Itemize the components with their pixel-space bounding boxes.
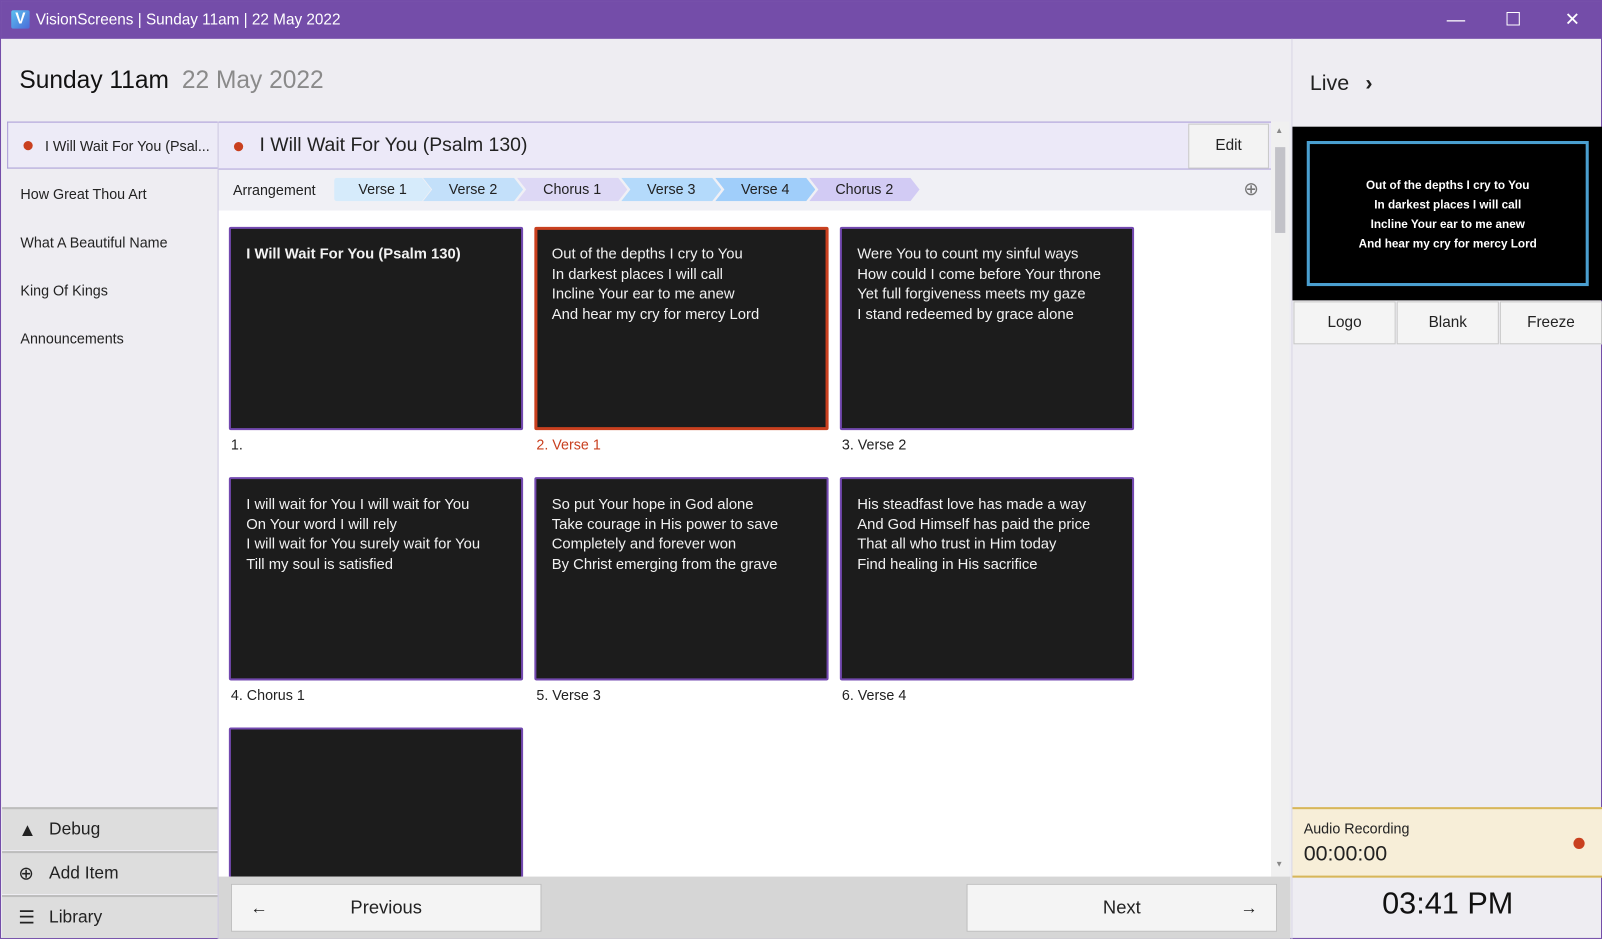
page-title: Sunday 11am — [19, 66, 169, 94]
slide-label: 4. Chorus 1 — [230, 686, 305, 703]
maximize-button[interactable]: ☐ — [1485, 1, 1542, 39]
live-dot-icon — [233, 142, 244, 152]
freeze-button[interactable]: Freeze — [1499, 301, 1602, 345]
app-logo-icon: V — [11, 10, 30, 29]
slide-thumbnail[interactable]: I Will Wait For You (Psalm 130) — [228, 226, 524, 431]
arrangement-bar: Arrangement Verse 1 Verse 2 Chorus 1 Verse … — [218, 169, 1271, 211]
title-bar: V VisionScreens | Sunday 11am | 22 May 2… — [1, 1, 1602, 39]
audio-recording-time: 00:00:00 — [1303, 841, 1388, 866]
close-button[interactable]: ✕ — [1544, 1, 1601, 39]
nav-bar: ← Previous Next → — [218, 876, 1291, 939]
plus-circle-icon: ⊕ — [18, 863, 34, 884]
next-button[interactable]: Next → — [966, 883, 1278, 932]
sidebar-item[interactable]: What A Beautiful Name — [7, 219, 217, 266]
scroll-down-icon[interactable]: ▼ — [1275, 859, 1283, 868]
song-title: I Will Wait For You (Psalm 130) — [259, 134, 528, 157]
slide-label: 5. Verse 3 — [536, 686, 601, 703]
previous-button[interactable]: ← Previous — [230, 883, 542, 932]
page-date: 22 May 2022 — [181, 66, 324, 94]
sidebar-item[interactable]: Announcements — [7, 315, 217, 362]
library-button[interactable]: ☰ Library — [2, 895, 218, 938]
arrangement-chip[interactable]: Chorus 2 — [809, 178, 919, 201]
live-dot-icon — [23, 140, 33, 151]
add-item-label: Add Item — [49, 863, 119, 883]
live-header[interactable]: Live › — [1310, 72, 1373, 97]
arrangement-label: Arrangement — [232, 181, 316, 199]
slide-thumbnail[interactable]: I will wait for You I will wait for You … — [228, 477, 524, 681]
sidebar-item-selected[interactable]: I Will Wait For You (Psal... — [7, 121, 218, 169]
chevron-right-icon: › — [1365, 71, 1373, 96]
arrangement-chip[interactable]: Verse 2 — [423, 178, 523, 201]
slide-label: 1. — [230, 436, 243, 453]
song-header: I Will Wait For You (Psalm 130) Edit — [218, 121, 1271, 170]
slide-label: 3. Verse 2 — [841, 436, 907, 453]
warning-icon: ▲ — [18, 819, 37, 840]
live-panel: Live › Out of the depths I cry to You In… — [1291, 38, 1602, 939]
song-panel: I Will Wait For You (Psalm 130) Edit Arr… — [217, 121, 1292, 939]
scrollbar-thumb[interactable] — [1275, 147, 1286, 233]
slide-thumbnail[interactable] — [228, 727, 524, 877]
library-label: Library — [49, 907, 103, 927]
arrangement-chip[interactable]: Verse 1 — [334, 178, 431, 201]
edit-button[interactable]: Edit — [1188, 123, 1269, 169]
audio-recording-label: Audio Recording — [1303, 820, 1410, 837]
slide-label: 2. Verse 1 — [536, 436, 601, 453]
arrow-left-icon: ← — [250, 898, 268, 918]
debug-label: Debug — [49, 819, 101, 839]
arrow-right-icon: → — [1240, 898, 1258, 918]
slide-thumbnail[interactable]: His steadfast love has made a way And Go… — [839, 477, 1135, 681]
minimize-button[interactable]: — — [1427, 1, 1484, 39]
add-arrangement-icon[interactable]: ⊕ — [1243, 179, 1258, 200]
debug-button[interactable]: ▲ Debug — [2, 807, 218, 851]
slide-label: 6. Verse 4 — [841, 686, 907, 703]
slide-thumbnail[interactable]: So put Your hope in God alone Take coura… — [534, 477, 829, 681]
logo-button[interactable]: Logo — [1293, 301, 1396, 345]
app-window: V VisionScreens | Sunday 11am | 22 May 2… — [0, 0, 1602, 939]
scroll-up-icon[interactable]: ▲ — [1275, 126, 1283, 135]
sidebar-item[interactable]: How Great Thou Art — [7, 171, 217, 218]
sidebar-item-label: I Will Wait For You (Psal... — [44, 137, 210, 155]
arrangement-chip[interactable]: Verse 4 — [715, 178, 815, 201]
menu-icon: ☰ — [18, 907, 35, 928]
audio-recording-panel[interactable]: Audio Recording 00:00:00 — [1292, 807, 1602, 878]
live-preview-text: Out of the depths I cry to You In darkes… — [1306, 140, 1589, 287]
slides-grid: I Will Wait For You (Psalm 130) 1. Out of … — [218, 210, 1271, 877]
add-item-button[interactable]: ⊕ Add Item — [2, 851, 218, 894]
slide-thumbnail[interactable]: Were You to count my sinful ways How cou… — [839, 226, 1135, 431]
sidebar-item[interactable]: King Of Kings — [7, 267, 217, 314]
slide-thumbnail[interactable]: Out of the depths I cry to You In darkes… — [534, 226, 829, 431]
live-preview: Out of the depths I cry to You In darkes… — [1292, 126, 1602, 301]
arrangement-chip[interactable]: Verse 3 — [621, 178, 721, 201]
clock: 03:41 PM — [1382, 886, 1514, 921]
next-label: Next — [1102, 897, 1141, 918]
arrangement-chip[interactable]: Chorus 1 — [517, 178, 627, 201]
previous-label: Previous — [350, 897, 422, 918]
window-title: VisionScreens | Sunday 11am | 22 May 202… — [35, 11, 341, 29]
blank-button[interactable]: Blank — [1396, 301, 1499, 345]
live-title: Live — [1309, 71, 1350, 96]
record-icon[interactable] — [1573, 837, 1585, 850]
scrollbar[interactable]: ▲ ▼ — [1270, 121, 1290, 877]
